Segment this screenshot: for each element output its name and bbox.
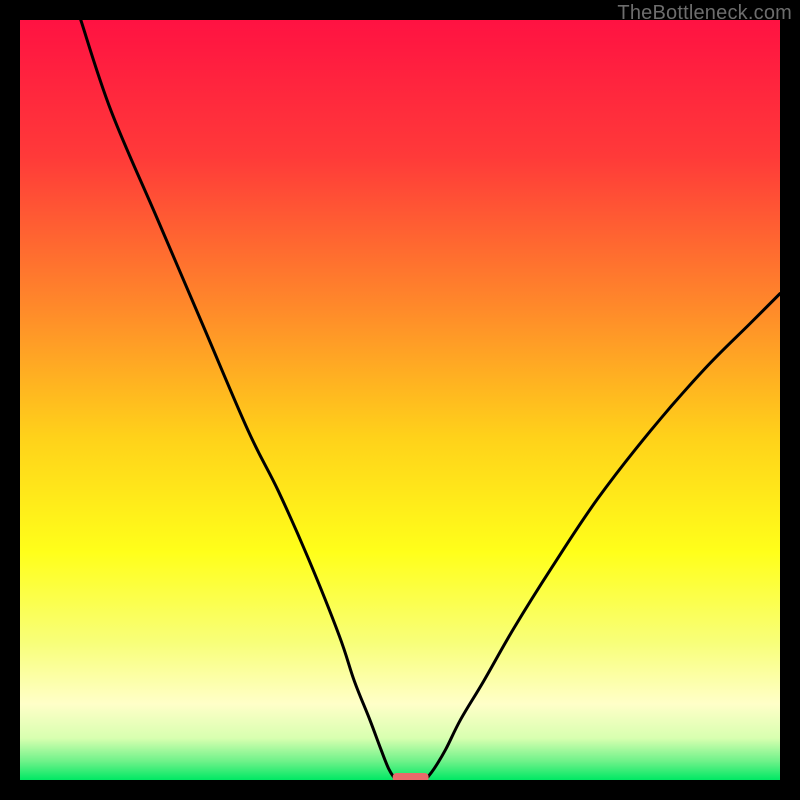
plot-area: [20, 20, 780, 780]
watermark-text: TheBottleneck.com: [617, 2, 792, 25]
bottleneck-curve-chart: [20, 20, 780, 780]
chart-frame: TheBottleneck.com: [0, 0, 800, 800]
gradient-background: [20, 20, 780, 780]
bottleneck-flat-marker: [393, 773, 429, 780]
